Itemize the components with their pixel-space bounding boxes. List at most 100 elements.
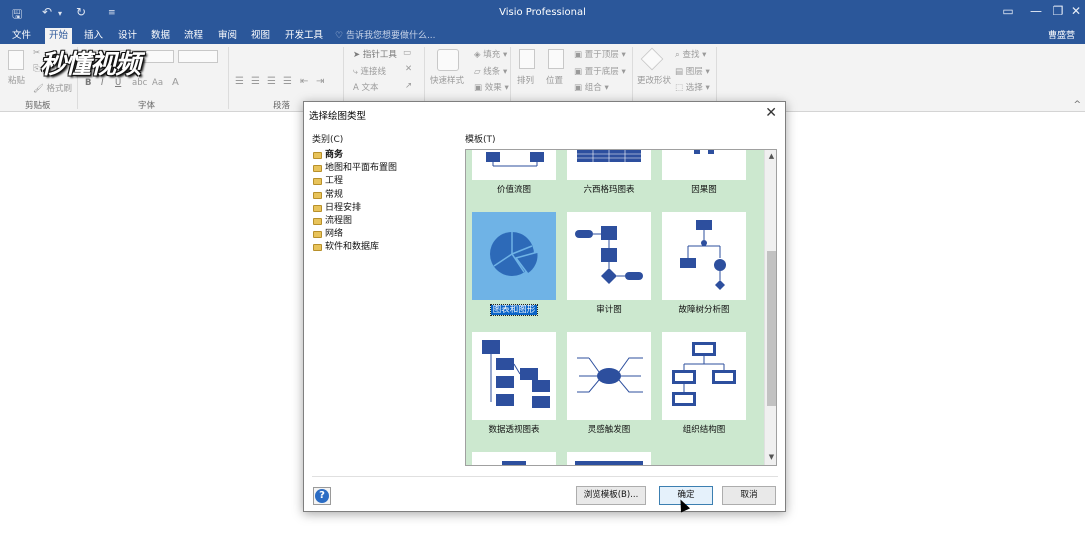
template-tile-fault-tree[interactable] [662, 212, 746, 300]
send-back-button[interactable]: ▣ 置于底层 ▾ [574, 65, 626, 77]
tab-view[interactable]: 视图 [247, 28, 274, 44]
tab-home[interactable]: 开始 [45, 28, 73, 44]
help-button[interactable]: ? [313, 487, 331, 505]
cause-effect-thumbnail [694, 150, 714, 154]
indent-icon[interactable]: ⇤ [300, 76, 308, 87]
user-name[interactable]: 曹盛营 [1048, 28, 1075, 44]
send-back-label: 置于底层 [584, 67, 619, 77]
fill-label: 填充 [483, 50, 501, 60]
change-shape-icon[interactable] [640, 47, 664, 71]
template-tile-six-sigma[interactable] [567, 150, 651, 180]
template-tile-cause-effect[interactable] [662, 150, 746, 180]
category-list: 商务 地图和平面布置图 工程 常规 日程安排 流程图 网络 软件和数据库 [313, 149, 453, 255]
template-label: 价值流图 [496, 185, 531, 195]
category-item[interactable]: 地图和平面布置图 [313, 162, 453, 175]
layers-label: 图层 [685, 67, 703, 77]
fill-button[interactable]: ◈ 填充 ▾ [474, 48, 507, 60]
rectangle-icon[interactable]: ▭ [403, 48, 411, 58]
x-shape-icon[interactable]: ✕ [405, 64, 412, 74]
folder-icon [313, 204, 322, 212]
template-gallery: 价值流图 六西格玛图表 因果图 图表和图形 审计图 故障树分析图 数据透视图表 … [465, 149, 777, 466]
template-label: 灵感触发图 [587, 425, 631, 435]
category-item[interactable]: 工程 [313, 175, 453, 188]
template-tile-next[interactable] [472, 452, 556, 465]
tell-me-search[interactable]: ♡ 告诉我您想要做什么... [335, 28, 436, 44]
template-tile-audit[interactable] [567, 212, 651, 300]
category-item[interactable]: 日程安排 [313, 202, 453, 215]
case-icon[interactable]: Aa [152, 78, 163, 88]
close-window-icon[interactable]: ✕ [1066, 4, 1085, 18]
pie-chart-thumbnail [490, 232, 540, 276]
category-item[interactable]: 常规 [313, 189, 453, 202]
align-icon[interactable] [519, 49, 535, 69]
line-label: 线条 [483, 67, 501, 77]
template-tile-brainstorming[interactable] [567, 332, 651, 420]
visio-window: 🖫 ↶ ▾ ↻ ≡ Visio Professional ▭ — ❐ ✕ 文件 … [0, 0, 1085, 548]
paste-icon[interactable] [8, 50, 24, 70]
tab-design[interactable]: 设计 [114, 28, 141, 44]
align-button[interactable]: 排列 [517, 74, 534, 86]
group-divider [510, 47, 511, 109]
ribbon-display-icon[interactable]: ▭ [998, 4, 1018, 18]
quick-styles-button[interactable]: 快速样式 [430, 74, 464, 86]
format-painter-button[interactable]: 🖌 格式刷 [33, 82, 72, 94]
value-stream-thumbnail [486, 152, 544, 167]
cancel-button[interactable]: 取消 [722, 486, 776, 505]
select-button[interactable]: ⬚ 选择 ▾ [675, 81, 710, 93]
paste-button[interactable]: 粘贴 [8, 74, 25, 86]
change-shape-button[interactable]: 更改形状 [637, 74, 671, 86]
position-icon[interactable] [548, 49, 564, 69]
category-item[interactable]: 软件和数据库 [313, 241, 453, 254]
scroll-down-icon[interactable]: ▼ [765, 453, 776, 461]
clipboard-group-label: 剪贴板 [25, 101, 51, 111]
align-center-icon[interactable]: ☰ [251, 76, 260, 87]
tab-data[interactable]: 数据 [147, 28, 174, 44]
collapse-ribbon-icon[interactable]: ^ [1073, 100, 1081, 110]
format-painter-label: 格式刷 [46, 84, 73, 94]
bring-front-label: 置于顶层 [584, 50, 619, 60]
gallery-scrollbar[interactable]: ▲ ▼ [764, 150, 776, 465]
tab-process[interactable]: 流程 [180, 28, 207, 44]
dialog-divider [312, 476, 778, 477]
close-icon[interactable]: ✕ [765, 105, 777, 121]
quick-styles-icon[interactable] [437, 49, 459, 71]
text-tool-button[interactable]: A 文本 [353, 81, 379, 93]
group-button[interactable]: ▣ 组合 ▾ [574, 81, 609, 93]
restore-icon[interactable]: ❐ [1048, 4, 1068, 18]
browse-templates-button[interactable]: 浏览模板(B)... [576, 486, 646, 505]
scroll-up-icon[interactable]: ▲ [765, 152, 776, 160]
pointer-tool-button[interactable]: ➤ 指针工具 [353, 48, 397, 60]
effects-label: 效果 [484, 83, 502, 93]
font-color-icon[interactable]: A [172, 77, 179, 88]
category-item[interactable]: 网络 [313, 228, 453, 241]
align-right-icon[interactable]: ☰ [267, 76, 276, 87]
layers-button[interactable]: ▤ 图层 ▾ [675, 65, 710, 77]
align-left-icon[interactable]: ☰ [235, 76, 244, 87]
bring-front-button[interactable]: ▣ 置于顶层 ▾ [574, 48, 626, 60]
connector-button[interactable]: ⤷ 连接线 [353, 65, 386, 77]
scrollbar-thumb[interactable] [767, 251, 776, 406]
template-tile-pivot-diagram[interactable] [472, 332, 556, 420]
minimize-icon[interactable]: — [1026, 4, 1046, 18]
category-item[interactable]: 商务 [313, 149, 453, 162]
tab-file[interactable]: 文件 [8, 28, 35, 44]
template-tile-charts-graphs[interactable] [472, 212, 556, 300]
copy-icon[interactable]: ⎘ [33, 64, 40, 74]
font-size-field[interactable] [178, 50, 218, 63]
line-shape-icon[interactable]: ↗ [405, 81, 412, 91]
position-button[interactable]: 位置 [546, 74, 563, 86]
tab-developer[interactable]: 开发工具 [281, 28, 327, 44]
template-tile-value-stream[interactable] [472, 150, 556, 180]
outdent-icon[interactable]: ⇥ [316, 76, 324, 87]
find-button[interactable]: ⌕ 查找 ▾ [675, 48, 706, 60]
paragraph-group-label: 段落 [273, 101, 291, 111]
template-tile-org-chart[interactable] [662, 332, 746, 420]
justify-icon[interactable]: ☰ [283, 76, 292, 87]
category-label-text: 商务 [325, 150, 344, 161]
tab-review[interactable]: 审阅 [214, 28, 241, 44]
line-button[interactable]: ▱ 线条 ▾ [474, 65, 507, 77]
effects-button[interactable]: ▣ 效果 ▾ [474, 81, 509, 93]
template-tile-next[interactable] [567, 452, 651, 465]
tab-insert[interactable]: 插入 [80, 28, 107, 44]
category-item[interactable]: 流程图 [313, 215, 453, 228]
